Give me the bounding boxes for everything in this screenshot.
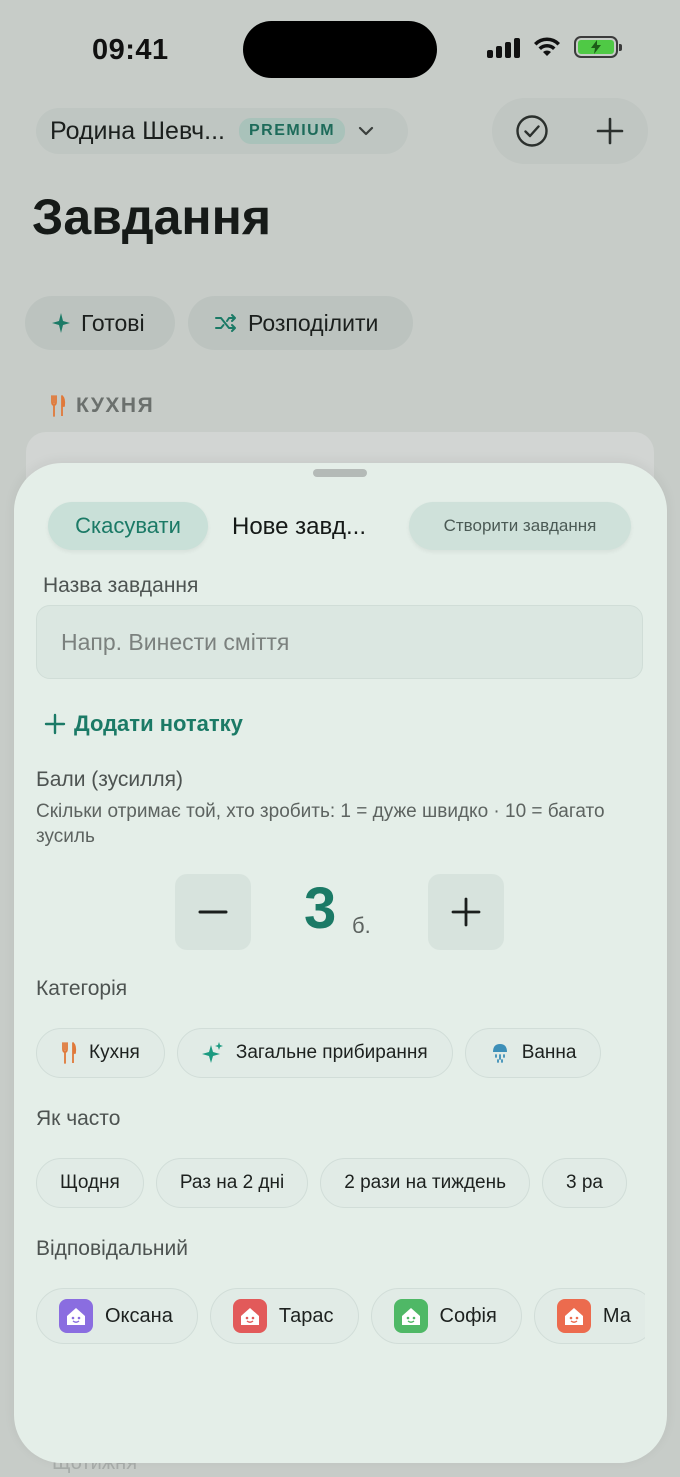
sparkle-icon — [201, 1042, 223, 1063]
points-title: Бали (зусилля) — [36, 768, 184, 791]
status-bar: 09:41 — [0, 0, 680, 100]
frequency-twice-weekly[interactable]: 2 рази на тиждень — [320, 1158, 530, 1208]
ready-chip-label: Готові — [81, 309, 145, 336]
assignee-title: Відповідальний — [36, 1237, 188, 1260]
house-face-icon — [240, 1308, 259, 1325]
status-time: 09:41 — [92, 34, 169, 66]
task-name-input[interactable] — [36, 605, 643, 679]
family-name: Родина Шевч... — [50, 116, 225, 145]
house-face-icon — [401, 1308, 420, 1325]
assignee-sofia[interactable]: Софія — [370, 1288, 522, 1344]
category-general-cleaning[interactable]: Загальне прибирання — [176, 1028, 453, 1078]
distribute-chip[interactable]: Розподілити — [188, 296, 413, 350]
plus-icon[interactable] — [595, 116, 625, 146]
increase-points-button[interactable] — [428, 874, 504, 950]
cancel-button[interactable]: Скасувати — [48, 502, 208, 550]
family-selector[interactable]: Родина Шевч... PREMIUM — [36, 108, 408, 154]
wifi-icon — [534, 37, 560, 56]
shower-icon — [492, 1044, 507, 1063]
new-task-sheet: Скасувати Нове завд... Створити завдання… — [14, 463, 667, 1463]
kitchen-section-header: КУХНЯ — [50, 394, 154, 418]
sheet-title: Нове завд... — [232, 513, 367, 540]
kitchen-section-label: КУХНЯ — [76, 394, 155, 417]
fork-knife-icon — [62, 1042, 77, 1064]
house-face-icon — [564, 1308, 583, 1325]
assignee-name: Ма — [602, 1304, 631, 1327]
checkmark-circle-icon[interactable] — [515, 114, 549, 148]
category-title: Категорія — [36, 977, 128, 1000]
create-task-button[interactable]: Створити завдання — [409, 502, 631, 550]
avatar — [59, 1299, 93, 1333]
assignee-options: Оксана Тарас Софія Ма — [36, 1288, 645, 1346]
ready-filter-chip[interactable]: Готові — [25, 296, 175, 350]
status-icons — [487, 36, 622, 58]
avatar — [232, 1299, 267, 1333]
assignee-oksana[interactable]: Оксана — [36, 1288, 198, 1344]
category-bathroom[interactable]: Ванна — [464, 1028, 602, 1078]
frequency-every-2-days[interactable]: Раз на 2 дні — [155, 1158, 309, 1208]
battery-icon — [574, 36, 622, 58]
sparkle-icon — [52, 313, 70, 333]
avatar — [556, 1299, 591, 1333]
header-actions — [492, 98, 648, 164]
points-help-text: Скільки отримає той, хто зробить: 1 = ду… — [36, 801, 605, 847]
assignee-name: Тарас — [278, 1304, 334, 1327]
decrease-points-button[interactable] — [175, 874, 251, 950]
category-label: Кухня — [89, 1042, 140, 1063]
frequency-daily[interactable]: Щодня — [36, 1158, 144, 1208]
category-options: Кухня Загальне прибирання Ванна — [36, 1028, 645, 1080]
distribute-chip-label: Розподілити — [248, 309, 379, 336]
assignee-name: Оксана — [105, 1304, 173, 1327]
category-label: Загальне прибирання — [235, 1042, 428, 1063]
category-kitchen[interactable]: Кухня — [36, 1028, 165, 1078]
avatar — [393, 1299, 428, 1333]
add-note-label: Додати нотатку — [74, 711, 243, 736]
category-label: Ванна — [521, 1042, 577, 1063]
points-value: 3 — [304, 876, 337, 941]
add-note-button[interactable]: Додати нотатку — [44, 711, 243, 737]
fork-knife-icon — [51, 395, 66, 417]
premium-badge: PREMIUM — [238, 118, 346, 144]
dynamic-island — [243, 21, 437, 78]
house-face-icon — [67, 1308, 85, 1325]
assignee-name: Софія — [439, 1304, 497, 1327]
chevron-down-icon — [358, 126, 374, 136]
shuffle-icon — [215, 314, 236, 332]
plus-icon — [451, 897, 481, 927]
frequency-options: Щодня Раз на 2 дні 2 рази на тиждень 3 р… — [36, 1158, 645, 1210]
cellular-signal-icon — [487, 36, 520, 58]
frequency-title: Як часто — [36, 1107, 121, 1130]
sheet-grabber[interactable] — [313, 469, 367, 477]
task-name-label: Назва завдання — [43, 574, 199, 597]
points-unit: б. — [352, 913, 371, 938]
page-title: Завдання — [32, 189, 271, 245]
frequency-three-times[interactable]: 3 ра — [542, 1158, 627, 1208]
assignee-fourth[interactable]: Ма — [533, 1288, 645, 1344]
plus-icon — [44, 713, 66, 735]
minus-icon — [198, 910, 228, 914]
assignee-taras[interactable]: Тарас — [209, 1288, 359, 1344]
